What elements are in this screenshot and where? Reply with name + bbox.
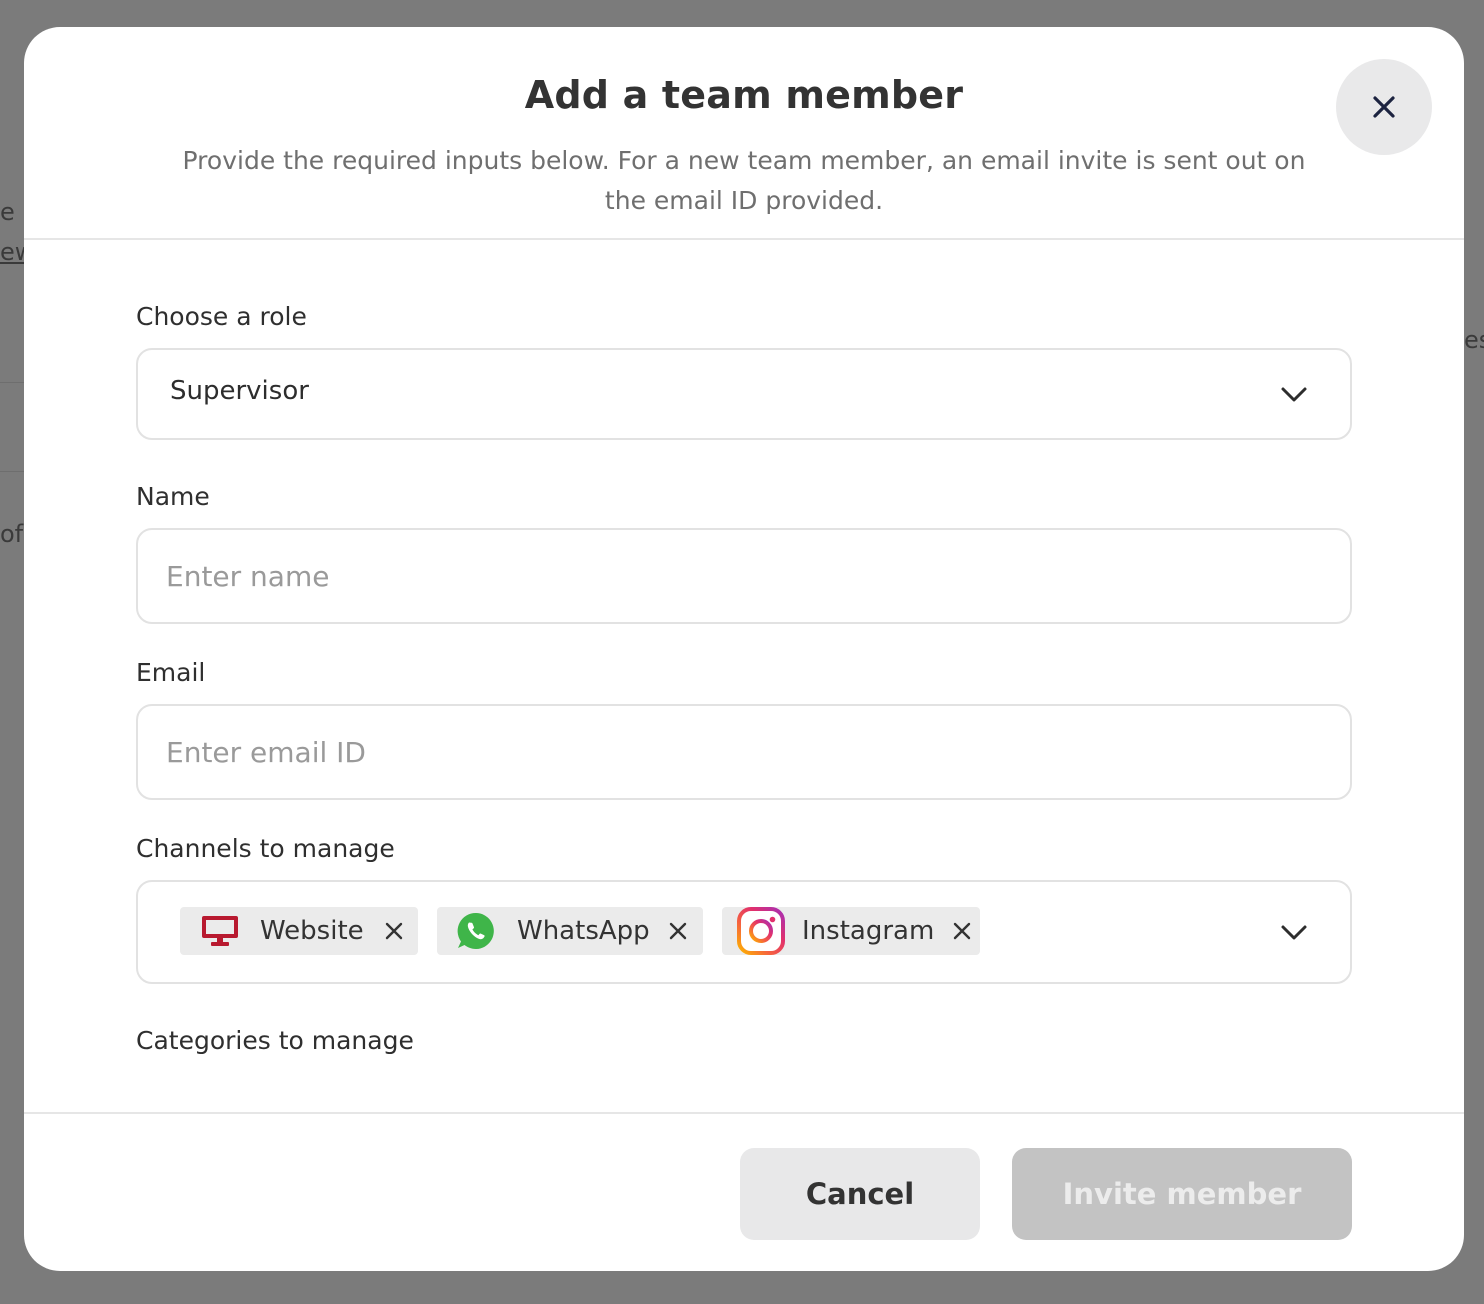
modal-footer: Cancel Invite member xyxy=(24,1112,1464,1271)
close-button[interactable] xyxy=(1336,59,1432,155)
invite-member-button[interactable]: Invite member xyxy=(1012,1148,1352,1240)
background-divider xyxy=(0,471,24,472)
monitor-icon xyxy=(202,916,238,946)
chevron-down-icon[interactable] xyxy=(1280,386,1308,404)
close-icon xyxy=(954,922,971,940)
categories-label: Categories to manage xyxy=(136,1026,414,1055)
name-input[interactable] xyxy=(166,530,1316,622)
channel-chip-instagram: Instagram xyxy=(722,907,980,955)
role-select[interactable]: Supervisor xyxy=(136,348,1352,440)
close-icon xyxy=(669,922,686,940)
chevron-down-icon[interactable] xyxy=(1280,924,1308,942)
channels-multiselect[interactable]: Website WhatsApp Instagram xyxy=(136,880,1352,984)
add-team-member-modal: Add a team member Provide the required i… xyxy=(24,27,1464,1271)
close-icon xyxy=(385,922,402,940)
name-field xyxy=(136,528,1352,624)
cancel-button[interactable]: Cancel xyxy=(740,1148,980,1240)
close-icon xyxy=(1373,96,1395,118)
background-divider xyxy=(0,382,24,383)
whatsapp-icon xyxy=(457,912,494,949)
role-label: Choose a role xyxy=(136,302,307,331)
background-text-fragment: of xyxy=(0,520,24,548)
channel-chip-label: Instagram xyxy=(802,916,935,946)
name-label: Name xyxy=(136,482,210,511)
remove-instagram-chip-button[interactable] xyxy=(950,919,974,943)
channels-label: Channels to manage xyxy=(136,834,395,863)
modal-title: Add a team member xyxy=(524,73,964,117)
role-selected-value: Supervisor xyxy=(170,376,309,406)
remove-website-chip-button[interactable] xyxy=(382,919,406,943)
remove-whatsapp-chip-button[interactable] xyxy=(666,919,690,943)
modal-subtitle: Provide the required inputs below. For a… xyxy=(182,146,1306,215)
modal-header: Add a team member Provide the required i… xyxy=(24,27,1464,240)
background-text-fragment: est xyxy=(1464,326,1484,354)
email-label: Email xyxy=(136,658,206,687)
channel-chip-label: WhatsApp xyxy=(517,916,650,946)
background-text-fragment: e xyxy=(0,198,15,226)
modal-body: Choose a role Supervisor Name Email Chan… xyxy=(24,242,1464,1072)
email-field xyxy=(136,704,1352,800)
channel-chip-whatsapp: WhatsApp xyxy=(437,907,703,955)
email-input[interactable] xyxy=(166,706,1316,798)
instagram-icon xyxy=(737,907,785,955)
channel-chip-label: Website xyxy=(260,916,364,946)
channel-chip-website: Website xyxy=(180,907,418,955)
